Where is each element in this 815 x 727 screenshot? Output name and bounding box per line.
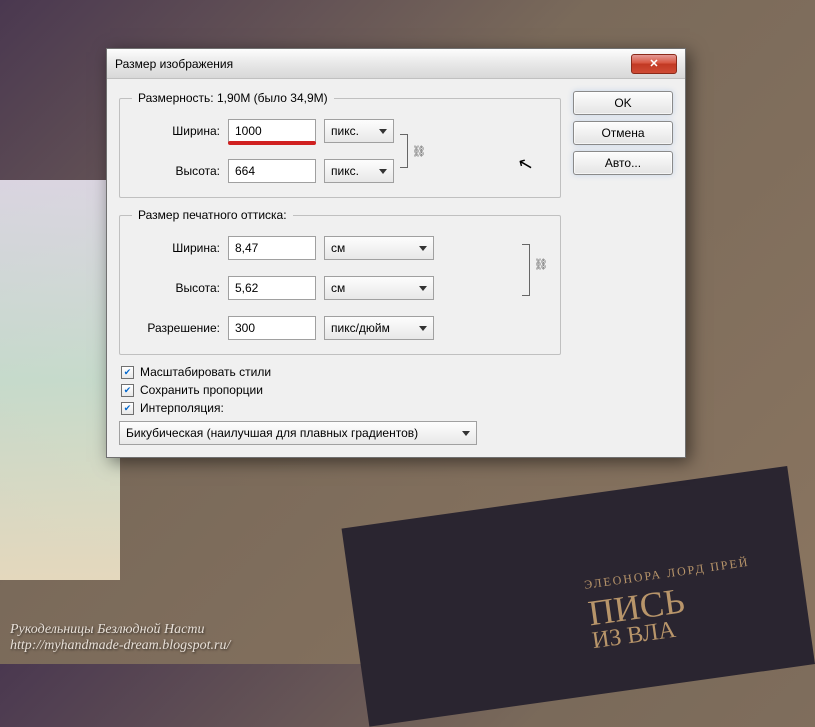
- chain-icon: ⛓: [412, 145, 426, 158]
- cancel-button[interactable]: Отмена: [573, 121, 673, 145]
- background-fabric: [0, 180, 120, 580]
- image-size-dialog: Размер изображения ✕ Размерность: 1,90M …: [106, 48, 686, 458]
- dialog-body: Размерность: 1,90M (было 34,9M) Ширина: …: [107, 79, 685, 457]
- width-label: Ширина:: [132, 124, 220, 138]
- link-bracket: [520, 244, 532, 296]
- print-width-unit-combo[interactable]: см: [324, 236, 434, 260]
- interpolation-method-combo[interactable]: Бикубическая (наилучшая для плавных град…: [119, 421, 477, 445]
- chevron-down-icon: [419, 286, 427, 291]
- width-unit-combo[interactable]: пикс.: [324, 119, 394, 143]
- left-column: Размерность: 1,90M (было 34,9M) Ширина: …: [119, 91, 561, 445]
- chevron-down-icon: [462, 431, 470, 436]
- scale-styles-label: Масштабировать стили: [140, 365, 271, 379]
- ok-button[interactable]: OK: [573, 91, 673, 115]
- print-dimensions-group: Размер печатного оттиска: Ширина: см: [119, 208, 561, 355]
- scale-styles-checkbox[interactable]: ✔: [121, 366, 134, 379]
- constrain-proportions-checkbox[interactable]: ✔: [121, 384, 134, 397]
- print-height-label: Высота:: [132, 281, 220, 295]
- scale-styles-row: ✔ Масштабировать стили: [119, 365, 561, 379]
- print-height-unit-combo[interactable]: см: [324, 276, 434, 300]
- print-height-input[interactable]: [228, 276, 316, 300]
- highlight-underline: [228, 141, 316, 145]
- chevron-down-icon: [419, 326, 427, 331]
- chevron-down-icon: [379, 169, 387, 174]
- print-dimensions-legend: Размер печатного оттиска:: [132, 208, 293, 222]
- interpolation-row: ✔ Интерполяция:: [119, 401, 561, 415]
- height-label: Высота:: [132, 164, 220, 178]
- width-input[interactable]: [228, 119, 316, 143]
- print-width-input[interactable]: [228, 236, 316, 260]
- auto-button[interactable]: Авто...: [573, 151, 673, 175]
- resolution-input[interactable]: [228, 316, 316, 340]
- pixel-dimensions-group: Размерность: 1,90M (было 34,9M) Ширина: …: [119, 91, 561, 198]
- interpolation-checkbox[interactable]: ✔: [121, 402, 134, 415]
- chain-icon: ⛓: [534, 258, 548, 271]
- interpolation-label: Интерполяция:: [140, 401, 224, 415]
- height-unit-combo[interactable]: пикс.: [324, 159, 394, 183]
- close-button[interactable]: ✕: [631, 54, 677, 74]
- pixel-dimensions-legend: Размерность: 1,90M (было 34,9M): [132, 91, 334, 105]
- chevron-down-icon: [379, 129, 387, 134]
- chevron-down-icon: [419, 246, 427, 251]
- link-bracket: [398, 134, 410, 168]
- constrain-proportions-label: Сохранить пропорции: [140, 383, 263, 397]
- dialog-title: Размер изображения: [115, 57, 233, 71]
- right-column: OK Отмена Авто...: [573, 91, 673, 445]
- close-icon: ✕: [649, 57, 658, 70]
- constrain-proportions-row: ✔ Сохранить пропорции: [119, 383, 561, 397]
- height-input[interactable]: [228, 159, 316, 183]
- watermark: Рукодельницы Безлюдной Насти http://myha…: [10, 622, 230, 654]
- resolution-unit-combo[interactable]: пикс/дюйм: [324, 316, 434, 340]
- resolution-label: Разрешение:: [132, 321, 220, 335]
- print-width-label: Ширина:: [132, 241, 220, 255]
- titlebar: Размер изображения ✕: [107, 49, 685, 79]
